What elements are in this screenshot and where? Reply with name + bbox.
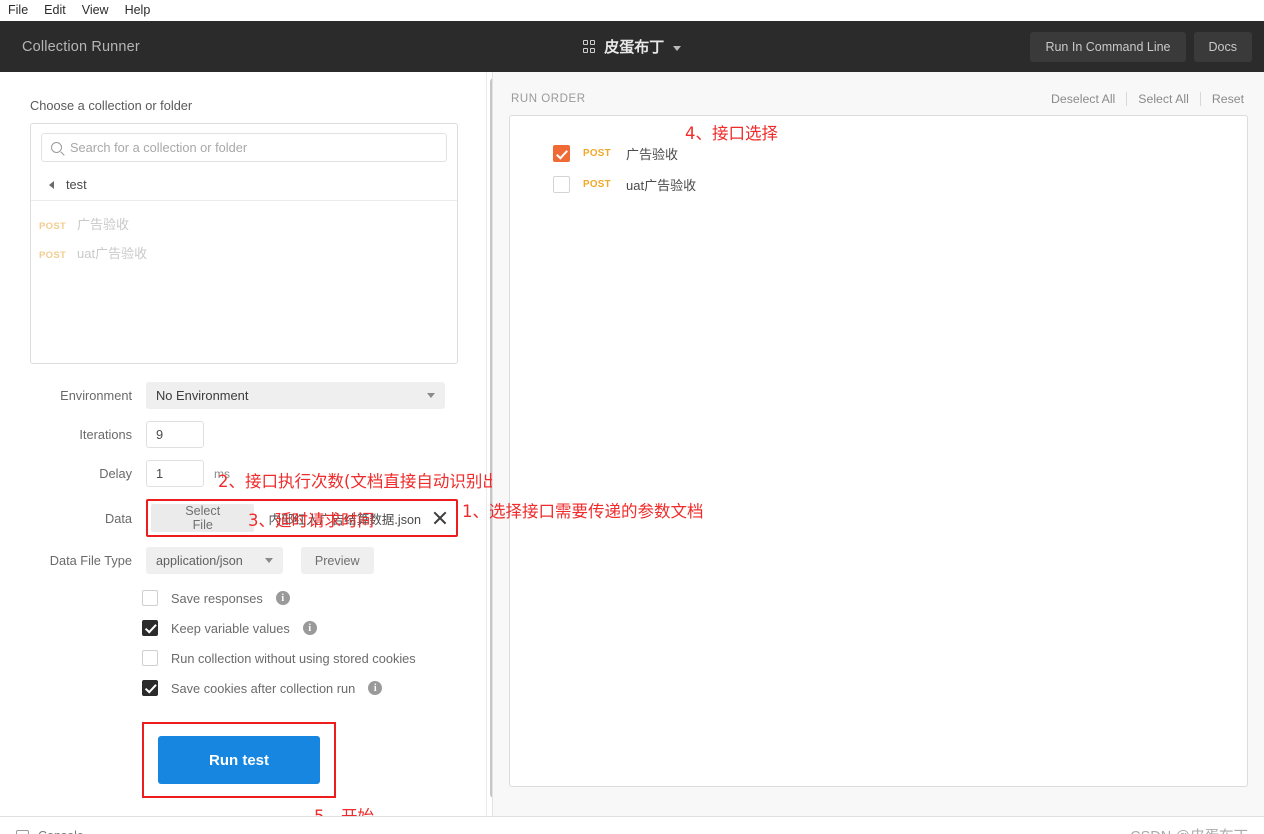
data-label: Data (104, 510, 132, 526)
option-label: Save cookies after collection run (171, 680, 356, 696)
environment-select[interactable]: No Environment (146, 382, 445, 409)
annotation-2: 2、接口执行次数(文档直接自动识别出来) (218, 472, 492, 491)
console-button[interactable]: Console (38, 829, 84, 834)
annotation-4: 4、接口选择 (685, 124, 778, 143)
annotation-1: 1、选择接口需要传递的参数文档 (462, 502, 704, 521)
option-save-responses[interactable]: Save responses i (142, 590, 458, 606)
iterations-input[interactable] (146, 421, 204, 448)
data-file-type-label: Data File Type (49, 553, 132, 568)
info-icon[interactable]: i (275, 591, 290, 605)
menu-item-edit[interactable]: Edit (44, 0, 66, 21)
console-icon (16, 829, 29, 834)
docs-button[interactable]: Docs (1193, 31, 1252, 62)
request-name: uat广告验收 (77, 246, 148, 261)
request-method: POST (583, 148, 611, 159)
run-order-header: RUN ORDER Deselect All Select All Reset (509, 92, 1248, 106)
search-input[interactable] (70, 140, 437, 155)
request-list: POST 广告验收 POST uat广告验收 (31, 201, 457, 363)
menu-item-help[interactable]: Help (125, 0, 151, 21)
runner-options: Save responses i Keep variable values i … (30, 590, 458, 696)
option-label: Run collection without using stored cook… (171, 650, 416, 666)
option-save-cookies[interactable]: Save cookies after collection run i (142, 680, 458, 696)
breadcrumb-test[interactable]: test (31, 169, 457, 201)
data-file-type-value: application/json (156, 553, 243, 568)
watermark: CSDN @皮蛋布丁 (1130, 825, 1248, 834)
run-order-title: RUN ORDER (511, 93, 586, 105)
table-row[interactable]: POST 广告验收 (510, 138, 1247, 169)
app-header: Collection Runner 皮蛋布丁 Run In Command Li… (0, 21, 1264, 72)
choose-collection-label: Choose a collection or folder (30, 98, 193, 113)
checkbox[interactable] (142, 620, 158, 636)
option-run-without-cookies[interactable]: Run collection without using stored cook… (142, 650, 458, 666)
preview-button[interactable]: Preview (300, 547, 374, 574)
run-test-highlight: Run test (142, 722, 336, 798)
checkbox[interactable] (142, 590, 158, 606)
menu-item-file[interactable]: File (8, 0, 28, 21)
status-bar: Console CSDN @皮蛋布丁 (0, 816, 1264, 834)
delay-input[interactable] (146, 460, 204, 487)
back-triangle-icon (49, 180, 54, 189)
data-file-type-row: Data File Type application/json Preview (30, 547, 458, 574)
request-name: 广告验收 (626, 147, 679, 162)
environment-label: Environment (60, 388, 132, 403)
annotation-3: 3、延时请求时间 (248, 511, 374, 530)
request-method: POST (583, 179, 611, 190)
menu-bar: File Edit View Help (0, 0, 1264, 21)
reset-button[interactable]: Reset (1199, 92, 1246, 106)
info-icon[interactable]: i (368, 681, 383, 695)
grid-icon (582, 40, 596, 53)
table-row[interactable]: POST uat广告验收 (510, 169, 1247, 200)
run-order-list: POST 广告验收 POST uat广告验收 (509, 115, 1248, 787)
environment-value: No Environment (156, 388, 249, 403)
option-label: Keep variable values (171, 620, 290, 636)
data-file-type-select[interactable]: application/json (146, 547, 283, 574)
workspace: Choose a collection or folder test POST … (0, 72, 1264, 816)
run-order-panel: RUN ORDER Deselect All Select All Reset … (462, 72, 1264, 816)
chevron-down-icon (264, 558, 273, 563)
request-name: 广告验收 (77, 217, 130, 232)
close-icon[interactable] (431, 509, 449, 527)
search-icon (51, 142, 62, 153)
select-all-button[interactable]: Select All (1126, 92, 1200, 106)
annotation-5: 5、开始 (314, 803, 374, 816)
chevron-down-icon[interactable] (673, 45, 682, 51)
option-label: Save responses (171, 590, 263, 606)
header-actions: Run In Command Line Docs (1030, 31, 1252, 62)
request-method: POST (39, 250, 67, 261)
collection-name-label: 皮蛋布丁 (604, 39, 665, 56)
list-item[interactable]: POST 广告验收 (31, 209, 457, 238)
menu-item-view[interactable]: View (82, 0, 109, 21)
select-file-button[interactable]: Select File (151, 504, 255, 532)
request-method: POST (39, 221, 67, 232)
iterations-label: Iterations (79, 427, 132, 442)
iterations-row: Iterations (30, 421, 458, 448)
data-file-row: Data Select File 内部红人广告结算数据.json (30, 499, 458, 537)
checkbox[interactable] (553, 176, 570, 193)
checkbox[interactable] (553, 145, 570, 162)
option-keep-variable-values[interactable]: Keep variable values i (142, 620, 458, 636)
environment-row: Environment No Environment (30, 382, 458, 409)
request-name: uat广告验收 (626, 178, 697, 193)
scrollbar-thumb[interactable] (490, 78, 492, 798)
checkbox[interactable] (142, 680, 158, 696)
collection-chooser: test POST 广告验收 POST uat广告验收 (30, 123, 458, 364)
page-title: Collection Runner (22, 38, 140, 55)
checkbox[interactable] (142, 650, 158, 666)
deselect-all-button[interactable]: Deselect All (1040, 92, 1126, 106)
chevron-down-icon (427, 393, 435, 398)
breadcrumb-label: test (66, 177, 87, 192)
runner-config-panel: Choose a collection or folder test POST … (0, 72, 492, 816)
run-in-command-line-button[interactable]: Run In Command Line (1030, 31, 1186, 62)
info-icon[interactable]: i (302, 621, 317, 635)
list-item[interactable]: POST uat广告验收 (31, 238, 457, 267)
run-order-actions: Deselect All Select All Reset (1040, 92, 1246, 106)
run-test-button[interactable]: Run test (158, 736, 320, 784)
left-panel-scrollbar[interactable] (486, 72, 492, 816)
delay-label: Delay (99, 466, 132, 481)
search-box[interactable] (41, 133, 447, 162)
search-wrapper (31, 124, 457, 169)
